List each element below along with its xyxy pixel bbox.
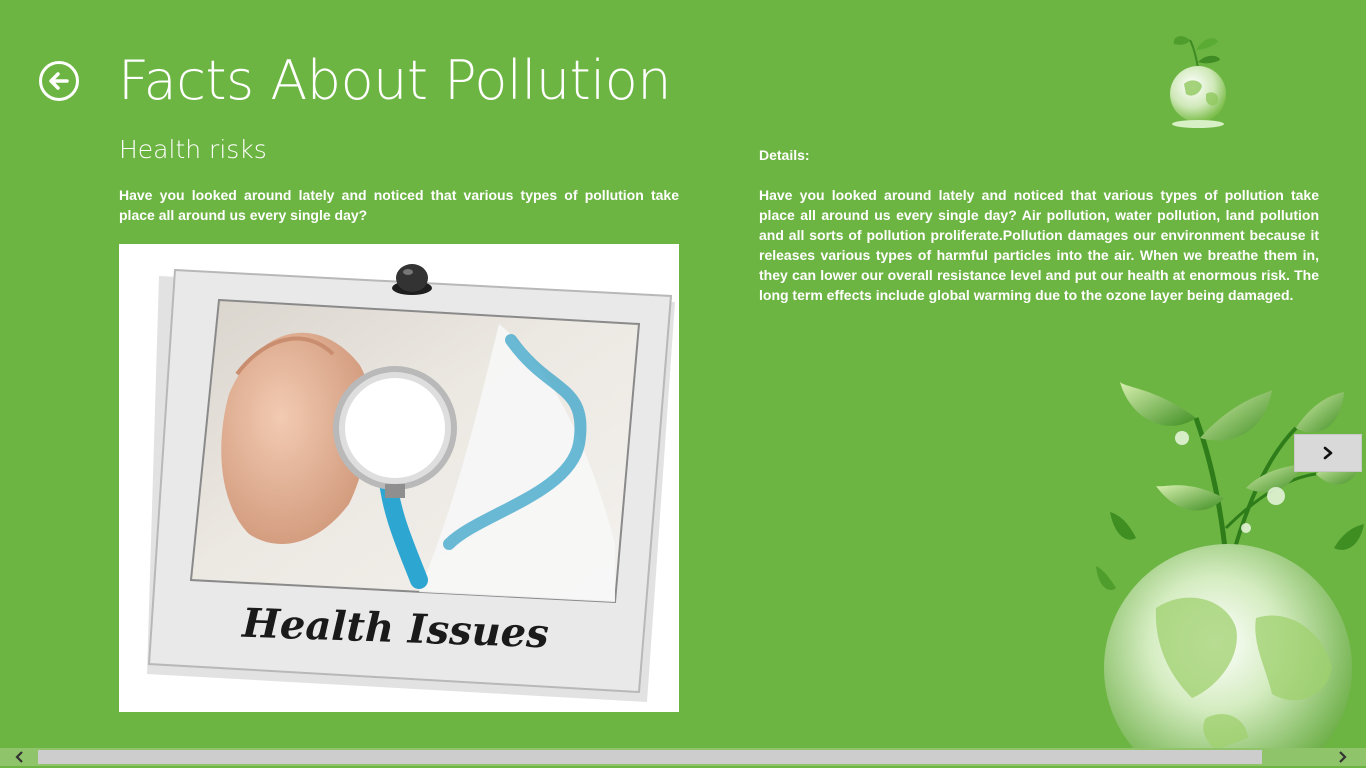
details-text: Have you looked around lately and notice… <box>759 187 1319 303</box>
horizontal-scrollbar[interactable] <box>0 748 1366 766</box>
chevron-right-icon <box>1323 446 1333 460</box>
scroll-right-button[interactable] <box>1324 748 1360 766</box>
app-logo <box>1170 36 1226 128</box>
page-title: Facts About Pollution <box>118 49 672 112</box>
scroll-left-button[interactable] <box>2 748 38 766</box>
section-subtitle: Health risks <box>119 135 267 164</box>
scrollbar-thumb[interactable] <box>38 750 1262 764</box>
chevron-right-icon <box>1339 751 1347 763</box>
details-heading: Details: <box>759 147 810 163</box>
back-arrow-icon <box>39 61 79 101</box>
health-issues-photo: Health Issues <box>119 244 679 712</box>
summary-text: Have you looked around lately and notice… <box>119 187 679 223</box>
chevron-left-icon <box>15 751 23 763</box>
next-button[interactable] <box>1294 434 1362 472</box>
back-button[interactable] <box>38 60 80 102</box>
